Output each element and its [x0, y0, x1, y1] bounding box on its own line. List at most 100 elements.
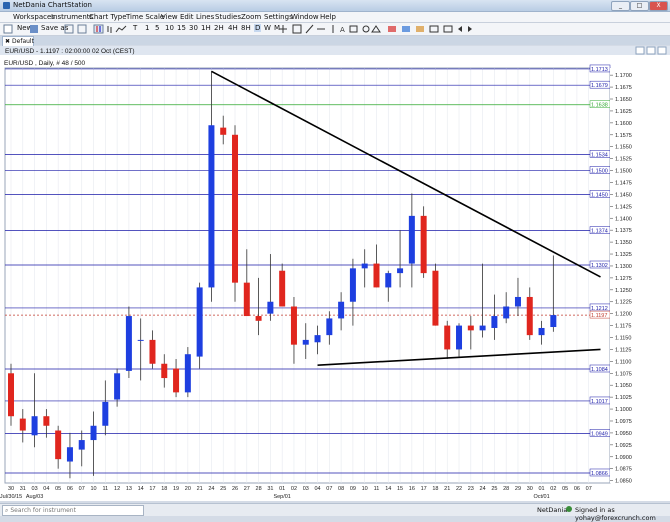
level-label: 1.1534 [591, 152, 608, 158]
menu-studies[interactable]: Studies [215, 13, 241, 21]
candle-body [255, 316, 262, 321]
candle-body [349, 268, 356, 302]
zoom-out-icon[interactable] [443, 25, 453, 33]
price-tick-label: 1.1675 [615, 85, 632, 91]
time-tick-label: 30 [527, 486, 533, 492]
chart-minimize-icon[interactable] [635, 46, 645, 55]
menu-zoom[interactable]: Zoom [241, 13, 261, 21]
time-tick-label: 10 [362, 486, 368, 492]
time-tick-label: 02 [550, 486, 556, 492]
fib-tool-icon[interactable] [416, 26, 424, 32]
menu-instruments[interactable]: Instruments [51, 13, 93, 21]
instrument-search-input[interactable]: ⌕ Search for instrument [2, 505, 144, 516]
price-tick-label: 1.1000 [615, 407, 632, 413]
bar-type-icon[interactable] [107, 26, 112, 33]
month-label: Oct/01 [533, 494, 549, 500]
save-icon[interactable] [30, 25, 38, 33]
triangle-tool-icon[interactable] [371, 25, 381, 33]
plot-area [4, 67, 611, 484]
menu-view[interactable]: View [161, 13, 178, 21]
menu-chart-type[interactable]: Chart Type [89, 13, 127, 21]
time-tick-label: 10 [90, 486, 96, 492]
time-tick-label: 07 [326, 486, 332, 492]
level-label: 1.1302 [591, 263, 608, 269]
new-icon[interactable] [3, 24, 13, 34]
time-tick-label: 01 [279, 486, 285, 492]
search-placeholder: Search for instrument [10, 507, 76, 514]
chart-maximize-icon[interactable] [646, 46, 656, 55]
delete-drawing-icon[interactable] [388, 26, 396, 32]
candle-body [173, 368, 180, 393]
scroll-left-icon[interactable] [458, 26, 462, 32]
menu-window[interactable]: Window [291, 13, 319, 21]
price-tick-label: 1.1125 [615, 347, 631, 353]
menu-edit[interactable]: Edit [180, 13, 194, 21]
month-label: Sep/01 [273, 494, 290, 500]
time-tick-label: 28 [256, 486, 262, 492]
time-tick-label: 24 [480, 486, 486, 492]
time-tick-label: 26 [232, 486, 238, 492]
candle-body [232, 134, 239, 283]
scroll-right-icon[interactable] [468, 26, 472, 32]
maximize-button[interactable]: □ [630, 1, 649, 11]
tab-default[interactable]: ✖ Default [2, 36, 34, 46]
price-chart[interactable]: EUR/USD - 1.1197 : 02:00:00 02 Oct (CEST… [0, 46, 670, 501]
zoom-in-icon[interactable] [429, 25, 439, 33]
time-tick-label: 19 [173, 486, 179, 492]
crosshair-icon[interactable] [279, 25, 287, 33]
price-tick-label: 1.1400 [615, 216, 632, 222]
app-icon [3, 2, 10, 9]
time-tick-label: 29 [515, 486, 521, 492]
candle-body [538, 327, 545, 336]
menu-help[interactable]: Help [320, 13, 336, 21]
toolbar-icons: A [3, 24, 472, 34]
tab-close-icon[interactable]: ✖ [3, 38, 12, 45]
level-label: 1.1679 [591, 83, 608, 89]
toolbar: New Save as T 1 5 10 15 30 1H 2H 4H 8H D… [0, 23, 670, 36]
candle-body [432, 270, 439, 326]
grid-icon[interactable] [292, 24, 302, 34]
price-tick-label: 1.1450 [615, 192, 632, 198]
menu-time-scale[interactable]: Time Scale [126, 13, 164, 21]
time-tick-label: 31 [20, 486, 26, 492]
time-tick-label: 08 [338, 486, 344, 492]
price-tick-label: 1.1100 [615, 359, 631, 365]
time-tick-label: 01 [538, 486, 544, 492]
minimize-button[interactable]: _ [611, 1, 630, 11]
text-tool-icon[interactable]: A [340, 26, 345, 34]
menu-lines[interactable]: Lines [196, 13, 214, 21]
circle-tool-icon[interactable] [362, 25, 370, 33]
chart-panel[interactable]: EUR/USD - 1.1197 : 02:00:00 02 Oct (CEST… [0, 46, 670, 501]
time-tick-label: 05 [562, 486, 568, 492]
rectangle-tool-icon[interactable] [349, 25, 358, 33]
candle-body [267, 301, 274, 314]
time-tick-label: 05 [55, 486, 61, 492]
candlestick-type-icon[interactable] [93, 24, 104, 34]
menu-workspaces[interactable]: Workspaces [13, 13, 55, 21]
menu-settings[interactable]: Settings [264, 13, 293, 21]
tab-bar: ✖ Default [0, 36, 670, 46]
time-tick-label: 21 [444, 486, 450, 492]
time-tick-label: 07 [586, 486, 592, 492]
candle-body [503, 306, 510, 319]
price-tick-label: 1.0900 [615, 455, 632, 461]
chart-close-icon[interactable] [657, 46, 667, 55]
signed-in-label: Signed in as yohay@forexcrunch.com [575, 506, 656, 522]
close-button[interactable]: X [649, 1, 668, 11]
copy-icon[interactable] [77, 24, 87, 34]
line-type-icon[interactable] [115, 25, 127, 33]
price-tick-label: 1.1600 [615, 121, 632, 127]
candle-body [90, 425, 97, 441]
price-tick-label: 1.1325 [615, 252, 632, 258]
candle-body [161, 363, 168, 379]
candle-body [196, 287, 203, 357]
print-icon[interactable] [64, 24, 74, 34]
title-bar: NetDania ChartStation _ □ X [0, 0, 670, 12]
trendline-tool-icon[interactable] [305, 24, 314, 34]
drawing-color-icon[interactable] [402, 26, 410, 32]
time-axis: 30 31 03 04 05 06 07 10 11 12 13 14 17 18 19 20 21 24 25 26… [0, 486, 592, 500]
price-tick-label: 1.1025 [615, 395, 632, 401]
time-tick-label: 25 [220, 486, 226, 492]
price-tick-label: 1.1300 [615, 264, 632, 270]
candle-body [526, 296, 533, 336]
